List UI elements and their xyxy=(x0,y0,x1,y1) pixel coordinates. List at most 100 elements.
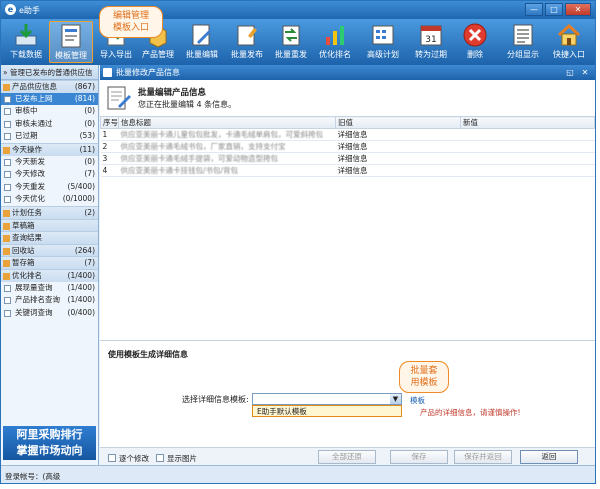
toolbar-template-button[interactable]: 模板管理 xyxy=(49,21,93,63)
toolbar-batch-edit-button[interactable]: 批量编辑 xyxy=(180,21,224,63)
col-title[interactable]: 信息标题 xyxy=(118,116,336,129)
calendar-icon: 31 xyxy=(420,25,442,46)
sidebar-item[interactable]: 今天重发 (5/400) xyxy=(1,181,98,194)
checkbox-icon[interactable] xyxy=(4,183,11,191)
sidebar-item-label: 产品排名查询 xyxy=(15,295,60,305)
checkbox-icon[interactable] xyxy=(4,120,11,128)
toolbar-group-button[interactable]: 分组显示 xyxy=(501,21,545,63)
toolbar-download-button[interactable]: 下载数据 xyxy=(4,21,48,63)
generate-heading: 使用模板生成详细信息 xyxy=(108,350,188,359)
panel-restore-icon[interactable]: ◱ xyxy=(564,67,576,78)
checkbox-icon[interactable] xyxy=(4,133,11,141)
checkbox-icon[interactable] xyxy=(4,284,11,292)
sidebar-item-count: (0/400) xyxy=(67,307,95,317)
minimize-button[interactable]: — xyxy=(525,3,543,16)
checkbox-icon[interactable] xyxy=(4,95,11,103)
sidebar-item[interactable]: 审核未通过 (0) xyxy=(1,118,98,131)
sidebar-group[interactable]: 回收站 (264) xyxy=(1,243,98,257)
individual-edit-checkbox[interactable]: 逐个修改 xyxy=(108,453,149,464)
panel-icon xyxy=(103,68,112,77)
toolbar-batch-publish-button[interactable]: 批量发布 xyxy=(225,21,269,63)
sidebar-item-label: 展现量查询 xyxy=(15,282,53,292)
save-and-back-button[interactable]: 保存并返回 xyxy=(454,450,512,464)
main-toolbar: 下载数据 模板管理 导入导出 产品管理 批量编辑 批量发布 批量重发 优化排名 xyxy=(1,19,595,65)
sidebar-item-label: 今天修改 xyxy=(15,169,45,179)
col-index[interactable]: 序号 xyxy=(100,116,119,129)
panel-subtitle: 您正在批量编辑 4 条信息。 xyxy=(138,100,237,109)
sidebar-group[interactable]: 今天操作 (11) xyxy=(1,142,98,156)
sidebar-item[interactable]: 已过期 (53) xyxy=(1,130,98,143)
toolbar-expire-button[interactable]: 31 转为过期 xyxy=(409,21,453,63)
sidebar-item-count: (53) xyxy=(79,131,95,141)
sidebar-item-label: 已过期 xyxy=(15,131,38,141)
sidebar-item-label: 查询结果 xyxy=(12,233,42,243)
sidebar-item-label: 优化排名 xyxy=(12,270,42,280)
plan-icon xyxy=(372,25,394,45)
sidebar-group[interactable]: 优化排名 (1/400) xyxy=(1,268,98,282)
reset-all-button[interactable]: 全部还原 xyxy=(318,450,376,464)
table-row[interactable]: 3 供应亚美丽卡通毛绒手提袋，可爱动物造型挎包 详细信息 xyxy=(100,152,595,165)
row-new-value xyxy=(460,152,595,165)
sidebar-group[interactable]: 产品供应信息 (867) xyxy=(1,80,98,93)
back-button[interactable]: 返回 xyxy=(520,450,578,464)
chevron-down-icon[interactable]: ▼ xyxy=(390,394,401,404)
sidebar-item[interactable]: 今天优化 (0/1000) xyxy=(1,193,98,206)
sidebar-item-label: 今天操作 xyxy=(12,144,42,154)
sidebar-item[interactable]: 今天新发 (0) xyxy=(1,156,98,169)
sidebar-item-count: (0) xyxy=(84,156,95,166)
checkbox-icon[interactable] xyxy=(4,309,11,317)
sidebar-item-label: 今天新发 xyxy=(15,156,45,166)
table-row[interactable]: 1 供应亚美丽卡通儿童包包批发，卡通毛绒单肩包，可爱斜挎包 详细信息 xyxy=(100,128,595,141)
row-title: 供应亚美丽卡通卡挂钱包/书包/背包 xyxy=(118,164,336,177)
sidebar-item-label: 今天优化 xyxy=(15,194,45,204)
app-window: e e助手 — □ ✕ 下载数据 模板管理 导入导出 产品管理 批量编辑 批量发… xyxy=(0,0,596,484)
col-old-value[interactable]: 旧值 xyxy=(335,116,461,129)
toolbar-delete-button[interactable]: 删除 xyxy=(453,21,497,63)
folder-icon xyxy=(3,84,10,91)
sidebar-group[interactable]: 草稿箱 xyxy=(1,218,98,232)
account-label: 登录帐号：(高级 xyxy=(5,472,61,481)
save-button[interactable]: 保存 xyxy=(390,450,448,464)
sidebar-item[interactable]: 产品排名查询 (1/400) xyxy=(1,294,98,307)
sidebar-item-count: (0) xyxy=(84,118,95,128)
sidebar-tree: 产品供应信息 (867) 已发布上网 (814) 审核中 (0) 审核未通过 (0) 已过期 (5… xyxy=(1,80,98,319)
sidebar-item-label: 产品供应信息 xyxy=(12,82,57,91)
promo-banner[interactable]: 阿里采购排行 掌握市场动向 xyxy=(3,426,96,460)
sidebar-item-count: (7) xyxy=(84,169,95,179)
sidebar-item[interactable]: 已发布上网 (814) xyxy=(1,92,98,106)
template-option[interactable]: E助手默认模板 xyxy=(252,405,402,417)
checkbox-icon[interactable] xyxy=(4,158,11,166)
sidebar-group[interactable]: 计划任务 (2) xyxy=(1,205,98,219)
toolbar-home-button[interactable]: 快捷入口 xyxy=(547,21,591,63)
table-row[interactable]: 2 供应亚美丽卡通毛绒书包，厂家直销，支持支付宝 详细信息 xyxy=(100,140,595,153)
close-button[interactable]: ✕ xyxy=(565,3,591,16)
panel-heading: 批量编辑产品信息 xyxy=(138,88,207,98)
checkbox-icon[interactable] xyxy=(4,171,11,179)
col-new-value[interactable]: 新值 xyxy=(460,116,595,129)
maximize-button[interactable]: □ xyxy=(545,3,563,16)
template-select[interactable]: ▼ xyxy=(252,393,402,405)
checkbox-icon xyxy=(108,454,116,462)
toolbar-batch-republish-button[interactable]: 批量重发 xyxy=(269,21,313,63)
show-images-checkbox[interactable]: 显示图片 xyxy=(156,453,197,464)
toolbar-rank-button[interactable]: 优化排名 xyxy=(313,21,357,63)
template-link[interactable]: 模板 xyxy=(410,395,425,406)
sidebar-item[interactable]: 今天修改 (7) xyxy=(1,168,98,181)
sidebar-group[interactable]: 查询结果 xyxy=(1,231,98,244)
checkbox-icon[interactable] xyxy=(4,108,11,116)
table-row[interactable]: 4 供应亚美丽卡通卡挂钱包/书包/背包 详细信息 xyxy=(100,164,595,177)
folder-icon xyxy=(3,146,10,154)
app-logo-icon: e xyxy=(5,4,16,15)
folder-icon xyxy=(3,272,10,280)
checkbox-icon[interactable] xyxy=(4,196,11,204)
toolbar-plan-button[interactable]: 高级计划 xyxy=(361,21,405,63)
sidebar-item[interactable]: 审核中 (0) xyxy=(1,105,98,118)
window-title: e助手 xyxy=(19,6,40,15)
sidebar-item[interactable]: 关键词查询 (0/400) xyxy=(1,307,98,320)
sidebar-item-label: 计划任务 xyxy=(12,207,42,217)
sidebar-group[interactable]: 暂存箱 (7) xyxy=(1,256,98,269)
row-old-value: 详细信息 xyxy=(335,164,461,177)
panel-close-icon[interactable]: ✕ xyxy=(579,67,591,78)
checkbox-icon[interactable] xyxy=(4,297,11,305)
sidebar-item[interactable]: 展现量查询 (1/400) xyxy=(1,282,98,295)
